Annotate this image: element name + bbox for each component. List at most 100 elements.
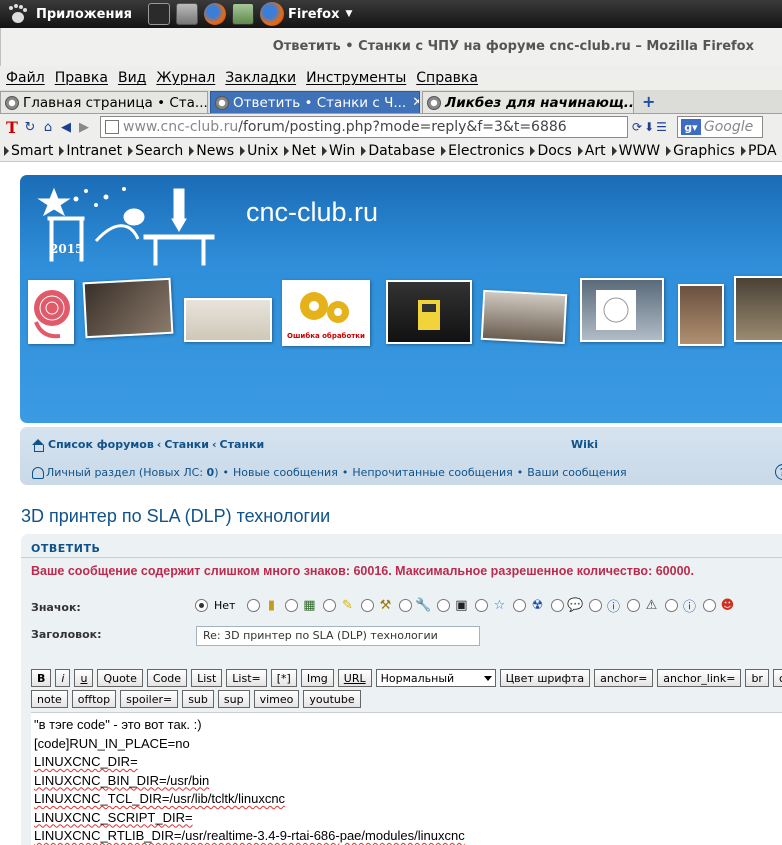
unread-posts-link[interactable]: Непрочитанные сообщения — [352, 466, 512, 479]
list-item-button[interactable]: [*] — [270, 669, 297, 687]
menu-list-icon[interactable]: ☰ — [656, 120, 667, 134]
radio-icon[interactable] — [361, 598, 375, 612]
bookmark-folder-smart[interactable]: Smart — [4, 143, 53, 159]
image-button[interactable]: Img — [300, 669, 334, 687]
tab-likbez[interactable]: Ликбез для начинающ... ✕ — [422, 91, 634, 113]
calculator-launcher-icon[interactable] — [231, 3, 254, 25]
breadcrumb-forum-index[interactable]: Список форумов — [48, 438, 154, 451]
menu-file[interactable]: Файл — [6, 70, 45, 86]
menu-help[interactable]: Справка — [416, 70, 478, 86]
cmd-button[interactable]: cmd — [772, 669, 782, 687]
bookmark-folder-search[interactable]: Search — [128, 143, 183, 159]
thumb-strip-image[interactable] — [184, 298, 272, 342]
radio-icon[interactable] — [551, 598, 565, 612]
radio-icon[interactable] — [589, 598, 603, 612]
thumb-engraving-image[interactable] — [82, 277, 174, 339]
radio-icon[interactable] — [665, 598, 679, 612]
bold-button[interactable]: B — [31, 669, 52, 687]
icon-option-question[interactable]: ⓘ — [589, 597, 623, 615]
menu-edit[interactable]: Правка — [55, 70, 108, 86]
icon-option-star[interactable]: ☆ — [475, 597, 509, 613]
terminal-launcher-icon[interactable] — [147, 3, 170, 25]
menu-tools[interactable]: Инструменты — [306, 70, 406, 86]
youtube-button[interactable]: youtube — [303, 690, 361, 708]
icon-option-battery[interactable]: ▮ — [247, 597, 281, 613]
bookmark-folder-electronics[interactable]: Electronics — [441, 143, 524, 159]
thumb-software-screenshot-image[interactable] — [580, 278, 664, 342]
quote-button[interactable]: Quote — [97, 669, 143, 687]
radio-icon[interactable] — [437, 598, 451, 612]
new-tab-button[interactable]: + — [636, 92, 661, 111]
thumb-toolcase-image[interactable] — [386, 280, 472, 344]
file-manager-launcher-icon[interactable] — [175, 3, 198, 25]
breadcrumb-stanki-1[interactable]: Станки — [164, 438, 209, 451]
bookmark-folder-news[interactable]: News — [189, 143, 234, 159]
bookmark-folder-www[interactable]: WWW — [612, 143, 661, 159]
radio-icon[interactable] — [627, 598, 641, 612]
radio-icon[interactable] — [323, 598, 337, 612]
icon-option-motor[interactable]: ▣ — [437, 597, 471, 613]
icon-option-none[interactable]: Нет — [195, 598, 243, 612]
home-icon[interactable]: ⌂ — [40, 119, 56, 135]
icon-option-info[interactable]: ⓘ — [665, 597, 699, 615]
italic-button[interactable]: i — [55, 669, 71, 687]
bookmark-folder-pda[interactable]: PDA — [741, 143, 777, 159]
thumb-error-gears-image[interactable]: Ошибка обработки — [282, 280, 370, 346]
font-size-select[interactable]: Нормальный — [375, 669, 496, 687]
br-button[interactable]: br — [745, 669, 769, 687]
sync-icon[interactable]: ⟳ — [632, 120, 642, 134]
site-logo[interactable]: 2015 — [34, 181, 234, 273]
icon-option-wrench[interactable]: 🔧 — [399, 597, 433, 613]
wiki-link[interactable]: Wiki — [571, 438, 598, 451]
back-arrow-icon[interactable]: ◀ — [58, 119, 74, 135]
close-tab-icon[interactable]: ✕ — [412, 95, 419, 110]
icon-option-speech[interactable]: 💬 — [551, 597, 585, 613]
thumb-mandala-image[interactable] — [28, 280, 74, 344]
firefox-app-menu[interactable]: Firefox ▼ — [259, 2, 352, 26]
google-search-icon[interactable]: g▾ — [680, 119, 701, 135]
radio-icon[interactable] — [285, 598, 299, 612]
radio-icon-none[interactable] — [195, 598, 208, 612]
icon-option-bulb[interactable]: ✎ — [323, 597, 357, 613]
new-posts-link[interactable]: Новые сообщения — [233, 466, 338, 479]
bookmark-folder-database[interactable]: Database — [361, 143, 435, 159]
menu-view[interactable]: Вид — [118, 70, 146, 86]
offtop-button[interactable]: offtop — [71, 690, 117, 708]
icon-option-chip[interactable]: ▦ — [285, 597, 319, 613]
radio-icon[interactable] — [475, 598, 489, 612]
menu-bookmarks[interactable]: Закладки — [225, 70, 296, 86]
reload-icon[interactable]: ↻ — [22, 119, 38, 135]
icon-option-hammer[interactable]: ⚒ — [361, 597, 395, 613]
anchor-link-button[interactable]: anchor_link= — [657, 669, 742, 687]
topic-title[interactable]: 3D принтер по SLA (DLP) технологии — [21, 506, 330, 527]
bookmark-folder-art[interactable]: Art — [578, 143, 606, 159]
code-button[interactable]: Code — [146, 669, 188, 687]
radio-icon[interactable] — [703, 598, 717, 612]
window-titlebar[interactable]: Ответить • Станки с ЧПУ на форуме cnc-cl… — [0, 28, 782, 66]
applications-menu[interactable]: Приложения — [0, 4, 132, 24]
bookmark-folder-docs[interactable]: Docs — [530, 143, 571, 159]
icon-option-warning[interactable]: ⚠ — [627, 597, 661, 613]
radio-icon[interactable] — [513, 598, 527, 612]
message-textarea[interactable]: "в тэге code" - это вот так. :) [code]RU… — [31, 712, 782, 845]
icon-option-smiley[interactable]: ☻ — [703, 597, 737, 613]
bookmark-folder-win[interactable]: Win — [322, 143, 355, 159]
url-button[interactable]: URL — [337, 669, 372, 687]
superscript-button[interactable]: sup — [217, 690, 250, 708]
underline-button[interactable]: u — [74, 669, 94, 687]
faq-help-icon[interactable]: ? — [775, 464, 782, 480]
subscript-button[interactable]: sub — [182, 690, 214, 708]
note-button[interactable]: note — [31, 690, 68, 708]
bookmark-folder-intranet[interactable]: Intranet — [59, 143, 122, 159]
ordered-list-button[interactable]: List= — [226, 669, 267, 687]
firefox-launcher-icon[interactable] — [203, 3, 226, 25]
tab-reply[interactable]: Ответить • Станки с Ч... ✕ — [210, 91, 420, 113]
forward-arrow-icon[interactable]: ▶ — [76, 119, 92, 135]
breadcrumb-stanki-2[interactable]: Станки — [220, 438, 265, 451]
tab-home[interactable]: Главная страница • Ста... ✕ — [0, 91, 208, 113]
thumb-workshop-image[interactable] — [734, 276, 782, 342]
list-button[interactable]: List — [191, 669, 223, 687]
site-title[interactable]: cnc-club.ru — [246, 197, 378, 228]
radio-icon[interactable] — [399, 598, 413, 612]
spoiler-button[interactable]: spoiler= — [120, 690, 179, 708]
